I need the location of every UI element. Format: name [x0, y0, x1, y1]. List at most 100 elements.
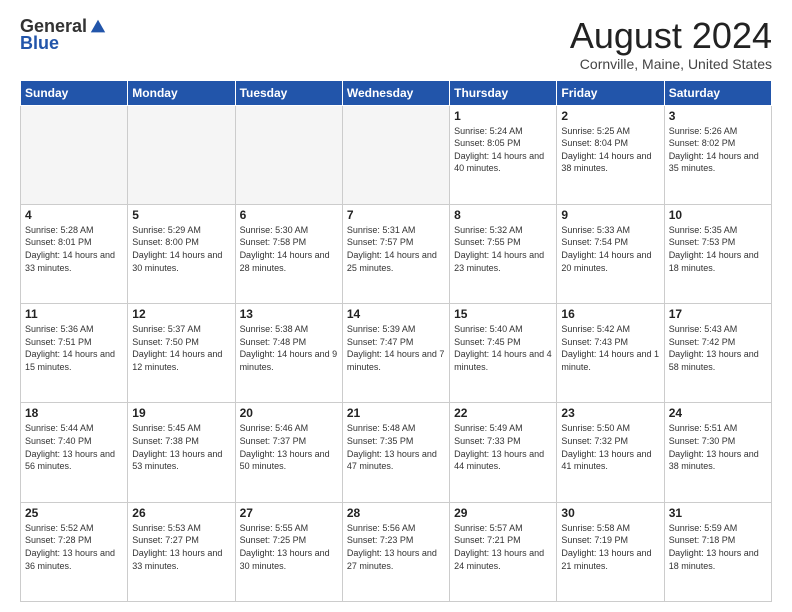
day-cell: 23 Sunrise: 5:50 AMSunset: 7:32 PMDayligh…: [557, 403, 664, 502]
day-cell: 31 Sunrise: 5:59 AMSunset: 7:18 PMDayligh…: [664, 502, 771, 601]
weekday-thursday: Thursday: [450, 80, 557, 105]
day-number: 23: [561, 406, 659, 420]
day-number: 11: [25, 307, 123, 321]
day-cell: 5 Sunrise: 5:29 AMSunset: 8:00 PMDaylight…: [128, 204, 235, 303]
day-cell: 6 Sunrise: 5:30 AMSunset: 7:58 PMDaylight…: [235, 204, 342, 303]
day-cell: [21, 105, 128, 204]
weekday-wednesday: Wednesday: [342, 80, 449, 105]
header: General Blue August 2024 Cornville, Main…: [20, 16, 772, 72]
page: General Blue August 2024 Cornville, Main…: [0, 0, 792, 612]
day-cell: 10 Sunrise: 5:35 AMSunset: 7:53 PMDayligh…: [664, 204, 771, 303]
weekday-saturday: Saturday: [664, 80, 771, 105]
day-cell: 21 Sunrise: 5:48 AMSunset: 7:35 PMDayligh…: [342, 403, 449, 502]
day-number: 30: [561, 506, 659, 520]
weekday-friday: Friday: [557, 80, 664, 105]
day-number: 28: [347, 506, 445, 520]
day-info: Sunrise: 5:35 AMSunset: 7:53 PMDaylight:…: [669, 224, 767, 274]
day-info: Sunrise: 5:31 AMSunset: 7:57 PMDaylight:…: [347, 224, 445, 274]
day-number: 16: [561, 307, 659, 321]
day-cell: 17Sunrise: 5:43 AMSunset: 7:42 PMDayligh…: [664, 304, 771, 403]
day-number: 8: [454, 208, 552, 222]
day-cell: 30Sunrise: 5:58 AMSunset: 7:19 PMDayligh…: [557, 502, 664, 601]
day-cell: 9Sunrise: 5:33 AMSunset: 7:54 PMDaylight…: [557, 204, 664, 303]
week-row-1: 1Sunrise: 5:24 AMSunset: 8:05 PMDaylight…: [21, 105, 772, 204]
logo-triangle-icon: [89, 18, 107, 36]
day-number: 18: [25, 406, 123, 420]
calendar: SundayMondayTuesdayWednesdayThursdayFrid…: [20, 80, 772, 602]
day-info: Sunrise: 5:49 AMSunset: 7:33 PMDaylight:…: [454, 422, 552, 472]
day-number: 17: [669, 307, 767, 321]
day-number: 27: [240, 506, 338, 520]
day-info: Sunrise: 5:39 AMSunset: 7:47 PMDaylight:…: [347, 323, 445, 373]
day-number: 3: [669, 109, 767, 123]
day-info: Sunrise: 5:56 AMSunset: 7:23 PMDaylight:…: [347, 522, 445, 572]
day-info: Sunrise: 5:50 AMSunset: 7:32 PMDaylight:…: [561, 422, 659, 472]
day-cell: 7Sunrise: 5:31 AMSunset: 7:57 PMDaylight…: [342, 204, 449, 303]
day-info: Sunrise: 5:28 AMSunset: 8:01 PMDaylight:…: [25, 224, 123, 274]
day-info: Sunrise: 5:51 AMSunset: 7:30 PMDaylight:…: [669, 422, 767, 472]
day-cell: 3 Sunrise: 5:26 AMSunset: 8:02 PMDaylight…: [664, 105, 771, 204]
day-cell: 15 Sunrise: 5:40 AMSunset: 7:45 PMDayligh…: [450, 304, 557, 403]
weekday-header-row: SundayMondayTuesdayWednesdayThursdayFrid…: [21, 80, 772, 105]
day-info: Sunrise: 5:40 AMSunset: 7:45 PMDaylight:…: [454, 323, 552, 373]
month-title: August 2024: [570, 16, 772, 56]
day-number: 15: [454, 307, 552, 321]
day-number: 5: [132, 208, 230, 222]
day-number: 31: [669, 506, 767, 520]
logo-blue: Blue: [20, 33, 59, 54]
day-cell: 8Sunrise: 5:32 AMSunset: 7:55 PMDaylight…: [450, 204, 557, 303]
day-info: Sunrise: 5:59 AMSunset: 7:18 PMDaylight:…: [669, 522, 767, 572]
day-cell: 28 Sunrise: 5:56 AMSunset: 7:23 PMDayligh…: [342, 502, 449, 601]
day-cell: [128, 105, 235, 204]
day-number: 13: [240, 307, 338, 321]
day-info: Sunrise: 5:37 AMSunset: 7:50 PMDaylight:…: [132, 323, 230, 373]
day-info: Sunrise: 5:53 AMSunset: 7:27 PMDaylight:…: [132, 522, 230, 572]
day-cell: 2 Sunrise: 5:25 AMSunset: 8:04 PMDaylight…: [557, 105, 664, 204]
day-cell: 22Sunrise: 5:49 AMSunset: 7:33 PMDayligh…: [450, 403, 557, 502]
week-row-5: 25Sunrise: 5:52 AMSunset: 7:28 PMDayligh…: [21, 502, 772, 601]
day-number: 20: [240, 406, 338, 420]
day-info: Sunrise: 5:38 AMSunset: 7:48 PMDaylight:…: [240, 323, 338, 373]
day-cell: 18 Sunrise: 5:44 AMSunset: 7:40 PMDayligh…: [21, 403, 128, 502]
week-row-3: 11 Sunrise: 5:36 AMSunset: 7:51 PMDayligh…: [21, 304, 772, 403]
day-info: Sunrise: 5:46 AMSunset: 7:37 PMDaylight:…: [240, 422, 338, 472]
day-cell: 16 Sunrise: 5:42 AMSunset: 7:43 PMDayligh…: [557, 304, 664, 403]
day-info: Sunrise: 5:52 AMSunset: 7:28 PMDaylight:…: [25, 522, 123, 572]
day-info: Sunrise: 5:57 AMSunset: 7:21 PMDaylight:…: [454, 522, 552, 572]
title-block: August 2024 Cornville, Maine, United Sta…: [570, 16, 772, 72]
day-number: 12: [132, 307, 230, 321]
day-number: 21: [347, 406, 445, 420]
day-info: Sunrise: 5:24 AMSunset: 8:05 PMDaylight:…: [454, 125, 552, 175]
day-cell: 24 Sunrise: 5:51 AMSunset: 7:30 PMDayligh…: [664, 403, 771, 502]
weekday-sunday: Sunday: [21, 80, 128, 105]
day-cell: 26Sunrise: 5:53 AMSunset: 7:27 PMDayligh…: [128, 502, 235, 601]
day-cell: 19 Sunrise: 5:45 AMSunset: 7:38 PMDayligh…: [128, 403, 235, 502]
day-cell: 20 Sunrise: 5:46 AMSunset: 7:37 PMDayligh…: [235, 403, 342, 502]
day-info: Sunrise: 5:26 AMSunset: 8:02 PMDaylight:…: [669, 125, 767, 175]
day-cell: 1Sunrise: 5:24 AMSunset: 8:05 PMDaylight…: [450, 105, 557, 204]
day-cell: 29 Sunrise: 5:57 AMSunset: 7:21 PMDayligh…: [450, 502, 557, 601]
day-number: 19: [132, 406, 230, 420]
day-cell: 4 Sunrise: 5:28 AMSunset: 8:01 PMDaylight…: [21, 204, 128, 303]
day-number: 6: [240, 208, 338, 222]
day-info: Sunrise: 5:45 AMSunset: 7:38 PMDaylight:…: [132, 422, 230, 472]
day-number: 14: [347, 307, 445, 321]
day-cell: 14 Sunrise: 5:39 AMSunset: 7:47 PMDayligh…: [342, 304, 449, 403]
day-cell: 12 Sunrise: 5:37 AMSunset: 7:50 PMDayligh…: [128, 304, 235, 403]
day-cell: 27 Sunrise: 5:55 AMSunset: 7:25 PMDayligh…: [235, 502, 342, 601]
day-info: Sunrise: 5:55 AMSunset: 7:25 PMDaylight:…: [240, 522, 338, 572]
day-info: Sunrise: 5:29 AMSunset: 8:00 PMDaylight:…: [132, 224, 230, 274]
day-info: Sunrise: 5:44 AMSunset: 7:40 PMDaylight:…: [25, 422, 123, 472]
day-number: 24: [669, 406, 767, 420]
logo: General Blue: [20, 16, 107, 54]
day-info: Sunrise: 5:30 AMSunset: 7:58 PMDaylight:…: [240, 224, 338, 274]
day-number: 29: [454, 506, 552, 520]
day-info: Sunrise: 5:25 AMSunset: 8:04 PMDaylight:…: [561, 125, 659, 175]
day-info: Sunrise: 5:42 AMSunset: 7:43 PMDaylight:…: [561, 323, 659, 373]
day-number: 4: [25, 208, 123, 222]
day-info: Sunrise: 5:36 AMSunset: 7:51 PMDaylight:…: [25, 323, 123, 373]
day-number: 10: [669, 208, 767, 222]
weekday-monday: Monday: [128, 80, 235, 105]
day-number: 2: [561, 109, 659, 123]
day-info: Sunrise: 5:48 AMSunset: 7:35 PMDaylight:…: [347, 422, 445, 472]
